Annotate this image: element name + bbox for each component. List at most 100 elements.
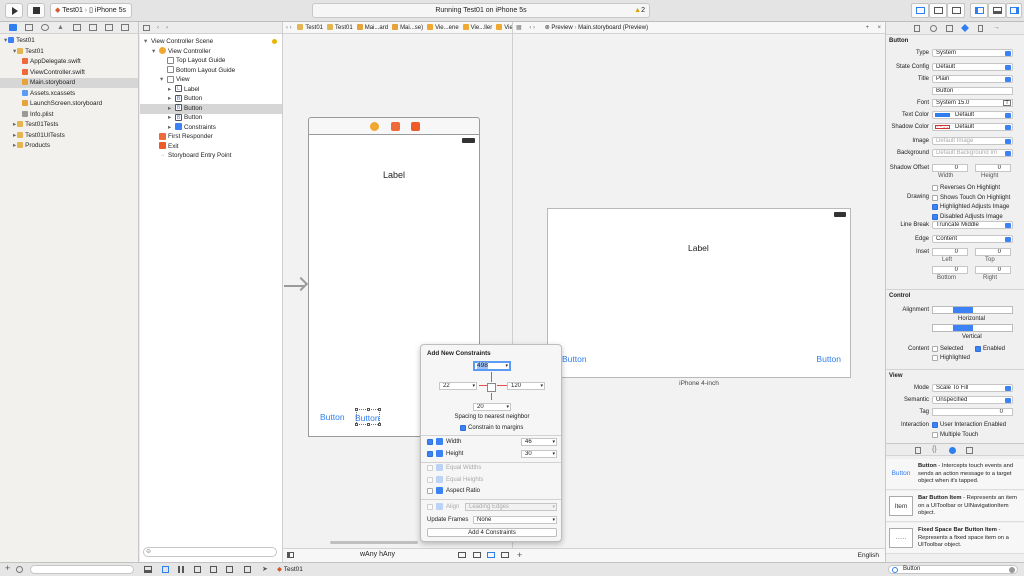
semantic-select[interactable]: Unspecified (932, 396, 1013, 404)
navigator-item[interactable]: ▾ Test01 (0, 47, 138, 57)
outline-item[interactable]: ▸ B Button (140, 103, 282, 114)
equal-widths-checkbox[interactable] (427, 465, 433, 471)
file-template-icon[interactable] (915, 447, 921, 454)
outline-item[interactable]: ▸ B Button (140, 94, 282, 104)
user-interaction-checkbox[interactable] (932, 422, 938, 428)
resize-handle[interactable] (355, 408, 358, 411)
library-item[interactable]: Button Button - Intercepts touch events a… (886, 459, 1024, 490)
inset-left-field[interactable]: 0 (932, 248, 968, 256)
size-class-control[interactable]: wAny hAny (360, 551, 395, 558)
top-strut[interactable] (491, 372, 492, 382)
outline-item[interactable]: First Responder (140, 132, 282, 142)
breadcrumb-item[interactable]: Test01 (327, 24, 353, 31)
snippet-icon[interactable]: {} (932, 446, 937, 453)
breadcrumb-item[interactable]: Test01 (297, 24, 323, 31)
align-icon[interactable] (473, 552, 481, 558)
font-picker-icon[interactable]: T (1003, 100, 1011, 106)
height-checkbox[interactable] (427, 451, 433, 457)
image-field[interactable]: Default Image (932, 137, 1013, 145)
horizontal-alignment-control[interactable] (932, 306, 1013, 314)
bottom-strut[interactable] (491, 393, 492, 400)
top-spacing-field[interactable]: 498 ▾ (473, 361, 511, 371)
label-element[interactable]: Label (383, 170, 405, 180)
disclosure-triangle-icon[interactable]: ▸ (168, 85, 175, 95)
height-value-field[interactable]: 30 ▾ (521, 450, 557, 458)
disclosure-triangle-icon[interactable]: ▾ (160, 75, 167, 85)
outline-item[interactable]: → Storyboard Entry Point (140, 151, 282, 161)
identity-inspector-icon[interactable] (946, 25, 953, 32)
recent-filter-icon[interactable] (16, 566, 23, 573)
highlighted-checkbox[interactable] (932, 355, 938, 361)
canvas-button-left[interactable]: Button (320, 412, 345, 422)
toggle-navigator-button[interactable] (970, 3, 988, 18)
preview-grid-icon[interactable]: ▦ (513, 25, 522, 31)
align-middle-segment[interactable] (953, 325, 973, 331)
vertical-alignment-control[interactable] (932, 324, 1013, 332)
navigator-item[interactable]: ▸ Test01UITests (0, 131, 138, 141)
scheme-selector[interactable]: ◆ Test01 › ▯ iPhone 5s (50, 3, 132, 18)
scene-dock[interactable] (308, 117, 480, 135)
disclosure-triangle-icon[interactable]: ▾ (4, 37, 7, 44)
disclosure-triangle-icon[interactable]: ▸ (168, 123, 175, 133)
test-tab-icon[interactable] (73, 24, 81, 31)
outline-item[interactable]: ▾ View (140, 75, 282, 85)
navigator-item[interactable]: Info.plist (0, 110, 138, 120)
inset-top-field[interactable]: 0 (975, 248, 1011, 256)
stop-button[interactable] (27, 3, 45, 18)
navigator-item[interactable]: ▾ Test01 (0, 36, 138, 46)
title-select[interactable]: Plain (932, 75, 1013, 83)
debug-tab-icon[interactable] (89, 24, 97, 31)
add-editor-icon[interactable]: + (865, 22, 869, 33)
attributes-inspector-icon[interactable] (961, 24, 969, 32)
version-editor-button[interactable] (947, 3, 965, 18)
debug-crumb[interactable]: ◆ Test01 (277, 565, 303, 573)
console-toggle-icon[interactable] (144, 566, 152, 573)
selected-checkbox[interactable] (932, 346, 938, 352)
left-spacing-field[interactable]: 22 ▾ (439, 382, 477, 390)
outline-item[interactable]: ▾ View Controller Scene (140, 37, 282, 47)
warning-badge[interactable]: ▲2 (634, 4, 645, 17)
exit-icon[interactable] (411, 122, 420, 131)
disclosure-triangle-icon[interactable]: ▸ (168, 104, 175, 114)
disclosure-triangle-icon[interactable]: ▾ (13, 48, 16, 55)
right-spacing-field[interactable]: 120 ▾ (507, 382, 545, 390)
disclosure-triangle-icon[interactable]: ▾ (152, 47, 159, 57)
jump-nav-arrows[interactable]: ‹ › (283, 25, 292, 31)
tag-field[interactable]: 0 (932, 408, 1013, 416)
preview-crumb[interactable]: Preview (551, 25, 572, 31)
step-out-icon[interactable] (226, 566, 233, 573)
outline-item[interactable]: Exit (140, 142, 282, 152)
breakpoint-tab-icon[interactable] (105, 24, 113, 31)
view-debugger-icon[interactable] (244, 566, 251, 573)
drawing-checkbox[interactable] (932, 185, 938, 191)
preview-file-crumb[interactable]: Main.storyboard (Preview) (578, 25, 648, 31)
align-center-segment[interactable] (953, 307, 973, 313)
location-icon[interactable]: ➤ (262, 565, 268, 573)
search-tab-icon[interactable] (41, 24, 49, 31)
font-field[interactable]: System 15.0 T (932, 99, 1013, 107)
right-strut[interactable] (497, 385, 507, 386)
inset-bottom-field[interactable]: 0 (932, 266, 968, 274)
clear-search-icon[interactable] (1009, 567, 1015, 573)
shadow-color-select[interactable]: Default (932, 123, 1013, 131)
issue-tab-icon[interactable]: ▲ (57, 24, 64, 31)
pin-icon[interactable] (487, 552, 495, 558)
add-icon[interactable]: + (5, 563, 10, 573)
width-value-field[interactable]: 46 ▾ (521, 438, 557, 446)
outline-item[interactable]: ▸ Constraints (140, 123, 282, 133)
navigator-item[interactable]: AppDelegate.swift (0, 57, 138, 67)
inset-right-field[interactable]: 0 (975, 266, 1011, 274)
align-checkbox[interactable] (427, 504, 433, 510)
multiple-touch-checkbox[interactable] (932, 432, 938, 438)
shadow-offset-width[interactable]: 0 (932, 164, 968, 172)
breakpoints-icon[interactable] (162, 566, 169, 573)
forward-icon[interactable]: › (166, 22, 168, 33)
library-item[interactable]: ····· Fixed Space Bar Button Item - Repre… (886, 523, 1024, 554)
resize-handle[interactable] (367, 423, 370, 426)
shadow-offset-height[interactable]: 0 (975, 164, 1011, 172)
outline-toggle-icon[interactable] (287, 552, 294, 558)
navigator-item[interactable]: Assets.xcassets (0, 89, 138, 99)
help-inspector-icon[interactable] (930, 25, 937, 32)
breadcrumb-item[interactable]: Mai...ard (356, 24, 388, 31)
disclosure-triangle-icon[interactable]: ▸ (13, 142, 16, 149)
